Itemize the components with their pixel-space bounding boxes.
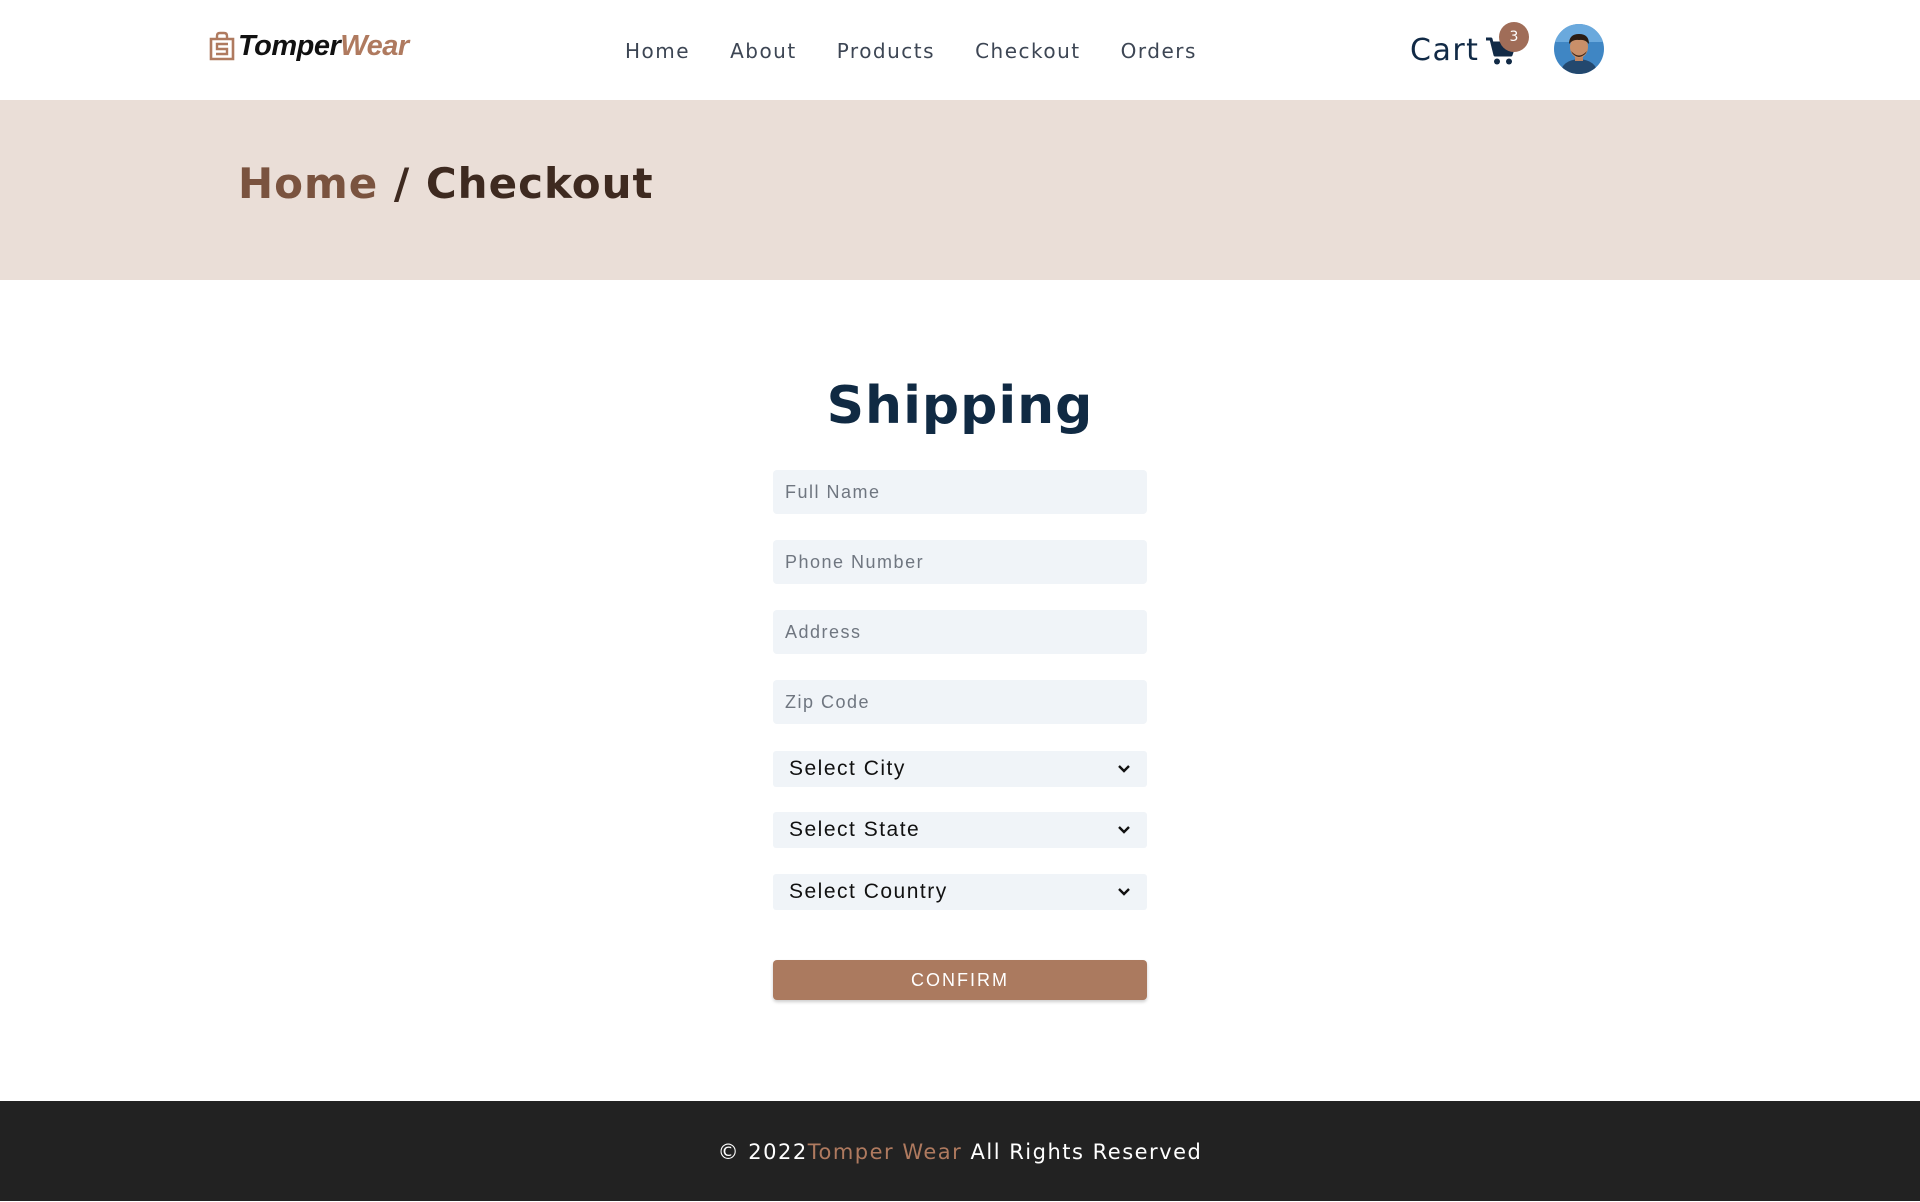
cart-label: Cart [1410, 32, 1480, 68]
city-select[interactable]: Select City [773, 751, 1147, 787]
full-name-input[interactable] [773, 470, 1147, 514]
brand-logo[interactable]: Tomper Wear [208, 28, 409, 64]
nav-link-home[interactable]: Home [625, 36, 690, 66]
footer-copyright: © 2022Tomper Wear All Rights Reserved [0, 1137, 1920, 1167]
nav-link-products[interactable]: Products [837, 36, 935, 66]
breadcrumb-current: Checkout [425, 159, 654, 208]
chevron-down-icon [1118, 888, 1130, 896]
breadcrumb-separator: / [378, 159, 426, 208]
user-avatar[interactable] [1554, 24, 1604, 74]
page-hero: Home / Checkout [0, 100, 1920, 280]
zip-code-input[interactable] [773, 680, 1147, 724]
breadcrumb-home-link[interactable]: Home [238, 159, 378, 208]
country-select[interactable]: Select Country [773, 874, 1147, 910]
chevron-down-icon [1118, 826, 1130, 834]
confirm-button[interactable]: CONFIRM [773, 960, 1147, 1000]
chevron-down-icon [1118, 765, 1130, 773]
nav-link-about[interactable]: About [730, 36, 797, 66]
state-select-value: Select State [789, 818, 921, 841]
address-input[interactable] [773, 610, 1147, 654]
user-photo-icon [1554, 24, 1604, 74]
cart-count-badge: 3 [1499, 22, 1529, 52]
brand-name-part2: Wear [340, 29, 409, 62]
state-select[interactable]: Select State [773, 812, 1147, 848]
brand-name-part1: Tomper [238, 29, 341, 62]
cart-link[interactable]: Cart 3 [1410, 22, 1529, 70]
footer-rights: All Rights Reserved [962, 1140, 1203, 1164]
breadcrumb: Home / Checkout [238, 156, 654, 212]
nav-link-orders[interactable]: Orders [1121, 36, 1197, 66]
phone-number-input[interactable] [773, 540, 1147, 584]
nav-link-checkout[interactable]: Checkout [975, 36, 1081, 66]
navbar: Tomper Wear Home About Products Checkout … [0, 0, 1920, 100]
shopping-bag-icon [209, 31, 235, 61]
form-title: Shipping [826, 376, 1094, 436]
country-select-value: Select Country [789, 880, 948, 903]
footer-copyright-year: © 2022 [717, 1140, 808, 1164]
footer: © 2022Tomper Wear All Rights Reserved [0, 1101, 1920, 1201]
city-select-value: Select City [789, 757, 906, 780]
footer-brand: Tomper Wear [807, 1140, 963, 1164]
main-nav: Home About Products Checkout Orders [625, 36, 1237, 66]
